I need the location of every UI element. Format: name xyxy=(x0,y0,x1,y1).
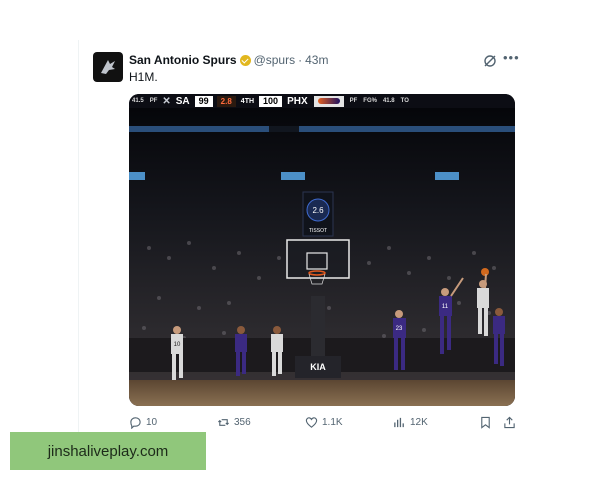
separator: · xyxy=(298,53,303,67)
watermark-text: jinshaliveplay.com xyxy=(47,442,169,460)
display-name[interactable]: San Antonio Spurs xyxy=(129,53,237,67)
away-team: PHX xyxy=(287,95,308,107)
avatar[interactable] xyxy=(93,52,123,82)
right-fg-label: FG% xyxy=(363,98,377,104)
court-floor xyxy=(129,380,515,406)
handle[interactable]: @spurs xyxy=(254,53,296,67)
right-fouls: PF xyxy=(349,98,358,104)
side-screen xyxy=(129,172,145,180)
home-score: 99 xyxy=(194,95,213,107)
heart-icon xyxy=(305,416,318,428)
repost-button[interactable]: 356 xyxy=(217,414,251,430)
game-clock: 2.8 xyxy=(216,95,236,107)
jersey-number: 10 xyxy=(174,342,181,348)
shot-clock-value: 2.6 xyxy=(312,206,324,215)
tweet-header: San Antonio Spurs @spurs · 43m xyxy=(129,53,328,67)
jersey-number: 23 xyxy=(396,326,403,332)
jersey-number: 11 xyxy=(442,304,449,310)
tweet-text: H1M. xyxy=(129,70,158,84)
ribbon-board xyxy=(129,126,515,132)
page: San Antonio Spurs @spurs · 43m H1M. ••• … xyxy=(0,0,600,480)
views-icon xyxy=(394,417,404,427)
suns-scorebug-icon xyxy=(313,95,344,107)
reply-button[interactable]: 10 xyxy=(129,414,157,430)
quarter: 4TH xyxy=(240,97,255,105)
bookmark-icon xyxy=(481,416,490,429)
shot-clock-brand: TISSOT xyxy=(309,228,327,234)
views-button[interactable]: 12K xyxy=(393,414,428,430)
tweet-card[interactable]: San Antonio Spurs @spurs · 43m H1M. ••• … xyxy=(78,40,524,440)
backboard xyxy=(286,239,350,279)
grok-icon[interactable] xyxy=(483,54,497,68)
verified-badge-icon xyxy=(239,54,251,66)
away-score: 100 xyxy=(259,95,283,107)
like-button[interactable]: 1.1K xyxy=(305,414,343,430)
side-screen xyxy=(281,172,305,180)
spurs-scorebug-icon: ✕ xyxy=(162,95,171,107)
bookmark-button[interactable] xyxy=(479,414,492,430)
repost-count: 356 xyxy=(234,416,251,428)
views-count: 12K xyxy=(410,416,428,428)
left-fouls: PF xyxy=(149,98,158,104)
reply-count: 10 xyxy=(146,416,158,428)
side-screen xyxy=(435,172,459,180)
timestamp[interactable]: 43m xyxy=(305,53,328,67)
scorebug: 41.5 PF ✕ SA 99 2.8 4TH 100 PHX PF FG% 4… xyxy=(129,94,515,108)
sponsor-floor: KIA xyxy=(310,362,326,372)
watermark: jinshaliveplay.com xyxy=(10,432,206,470)
spurs-logo xyxy=(101,60,115,74)
repost-icon xyxy=(217,418,230,426)
reply-icon xyxy=(130,416,141,429)
left-fg-value: 41.5 xyxy=(132,98,144,104)
right-to-label: TO xyxy=(400,98,409,104)
arena-photo: 2.6 TISSOT KIA 10 23 11 xyxy=(129,108,515,406)
like-count: 1.1K xyxy=(322,416,343,428)
more-icon[interactable]: ••• xyxy=(503,51,519,67)
home-team: SA xyxy=(175,95,190,107)
action-bar: 10 356 1.1K 12K xyxy=(129,414,519,432)
share-icon xyxy=(504,416,515,428)
right-fg-value: 41.8 xyxy=(382,98,395,104)
tweet-media[interactable]: 41.5 PF ✕ SA 99 2.8 4TH 100 PHX PF FG% 4… xyxy=(129,94,515,406)
share-button[interactable] xyxy=(503,414,516,430)
